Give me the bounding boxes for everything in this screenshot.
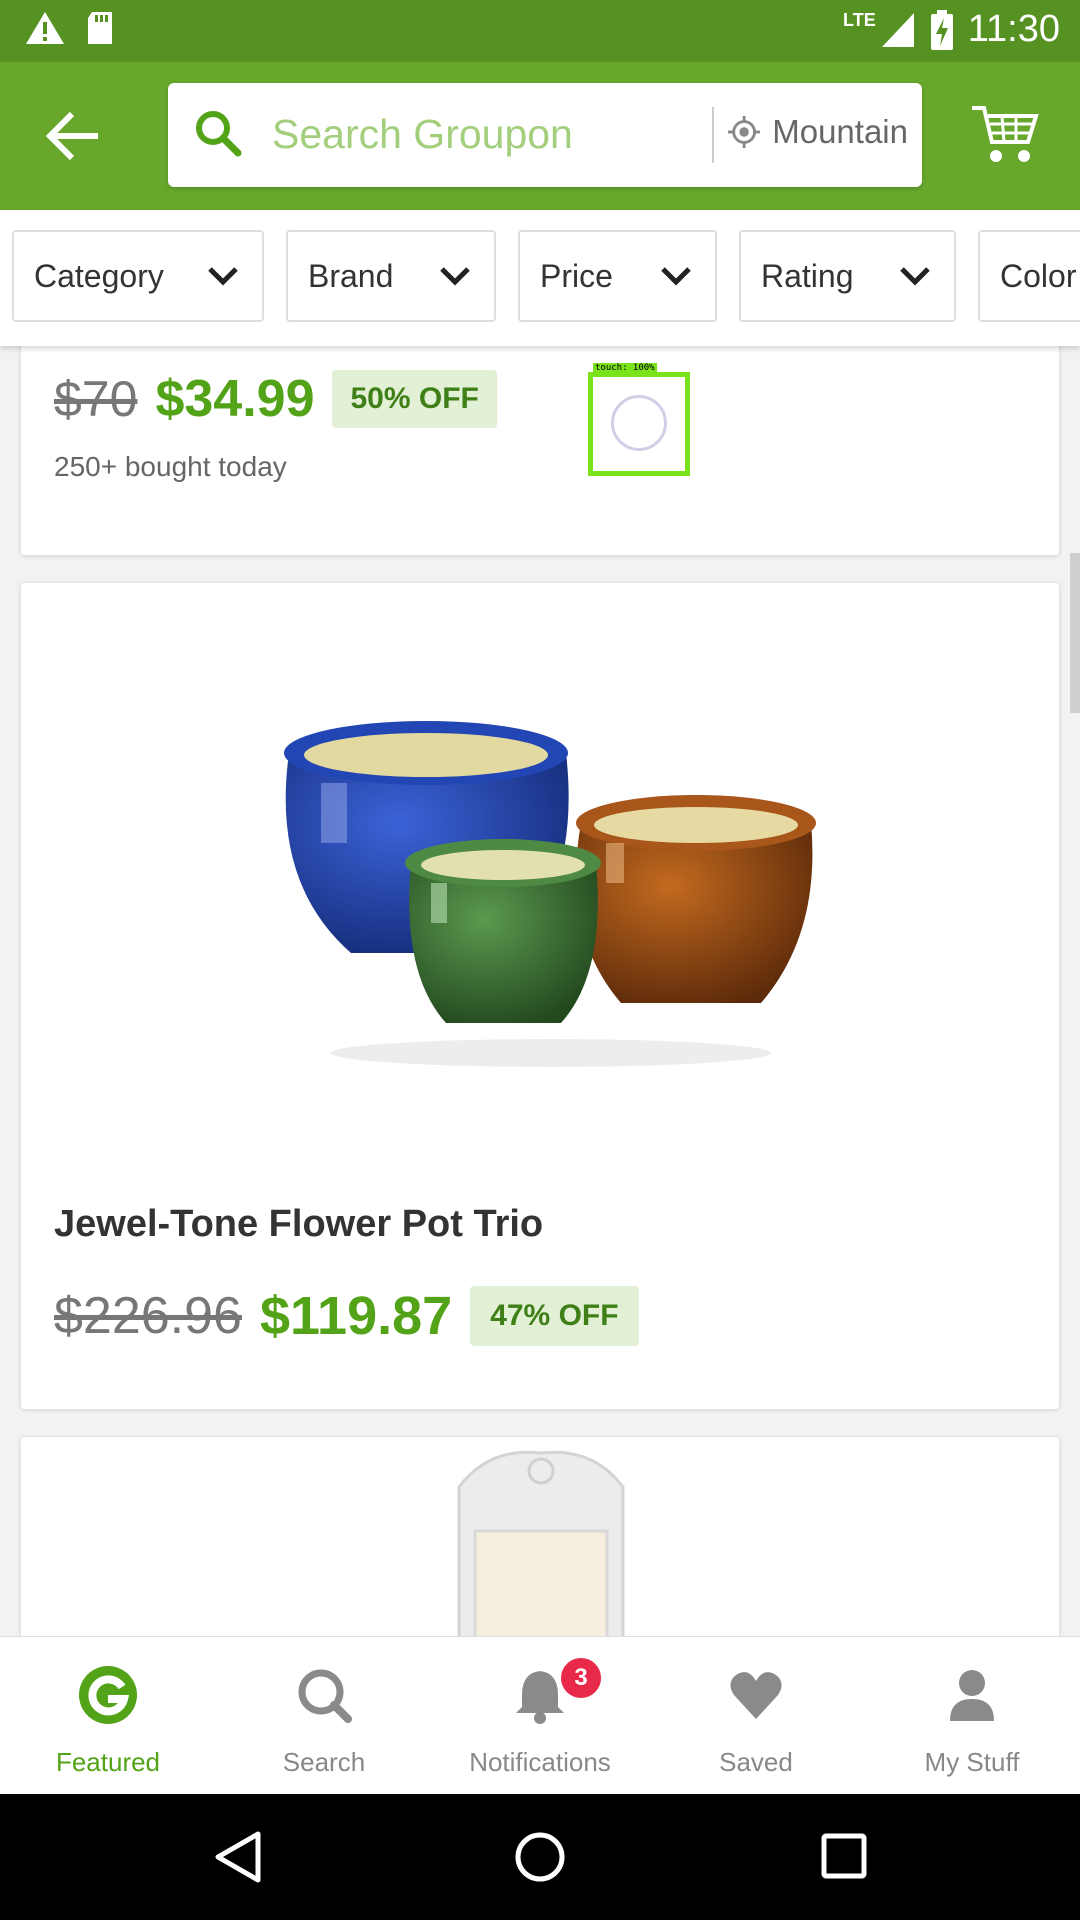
- original-price: $70: [54, 371, 138, 427]
- touch-label: touch: 100%: [593, 363, 657, 373]
- nav-label: Search: [282, 1747, 366, 1777]
- filter-label: Price: [540, 257, 613, 294]
- app-bar: Search Groupon Mountain: [0, 62, 1080, 210]
- cart-icon[interactable]: [970, 102, 1040, 166]
- discount-badge: 47% OFF: [470, 1286, 639, 1346]
- filter-brand[interactable]: Brand: [286, 230, 496, 322]
- status-bar: LTE 11:30: [0, 0, 1080, 62]
- bought-count: 250+ bought today: [54, 451, 287, 482]
- filter-label: Category: [34, 257, 164, 294]
- filter-label: Brand: [308, 257, 394, 294]
- deal-card[interactable]: Jewel-Tone Flower Pot Trio $226.96 $119.…: [20, 582, 1060, 1410]
- heart-icon: [730, 1672, 782, 1719]
- nav-label: Notifications: [469, 1747, 611, 1777]
- home-circle-icon[interactable]: [514, 1830, 566, 1884]
- nav-label: My Stuff: [924, 1747, 1020, 1777]
- search-icon: [298, 1669, 352, 1723]
- groupon-g-icon: [79, 1666, 137, 1724]
- original-price: $226.96: [54, 1287, 242, 1345]
- location-target-icon: [728, 115, 761, 149]
- nav-featured[interactable]: Featured: [0, 1637, 216, 1795]
- filter-label: Color: [1000, 257, 1077, 294]
- search-input[interactable]: Search Groupon: [272, 111, 573, 158]
- price-row: $226.96 $119.87 47% OFF: [54, 1285, 639, 1347]
- touch-circle: [611, 395, 667, 451]
- chevron-down-icon: [661, 267, 691, 286]
- scrollbar-thumb[interactable]: [1070, 553, 1080, 713]
- price-row: $70 $34.99 50% OFF: [54, 369, 497, 429]
- deal-card[interactable]: $70 $34.99 50% OFF 250+ bought today: [20, 346, 1060, 556]
- person-icon: [950, 1670, 994, 1721]
- filter-bar: Category Brand Price Rating Color: [0, 210, 1080, 346]
- nav-label: Saved: [719, 1747, 793, 1777]
- filter-price[interactable]: Price: [518, 230, 717, 322]
- chevron-down-icon: [900, 267, 930, 286]
- search-bar[interactable]: Search Groupon Mountain: [168, 83, 922, 187]
- sale-price: $119.87: [259, 1286, 453, 1346]
- search-icon: [196, 111, 242, 157]
- back-triangle-icon[interactable]: [214, 1830, 262, 1884]
- sale-price: $34.99: [155, 370, 315, 428]
- nav-saved[interactable]: Saved: [648, 1637, 864, 1795]
- bottom-nav: Featured Search 3 Notifications Saved My…: [0, 1636, 1080, 1795]
- notification-count-badge: 3: [558, 1655, 604, 1701]
- battery-charging-icon: [930, 9, 953, 50]
- filter-rating[interactable]: Rating: [739, 230, 956, 322]
- discount-badge: 50% OFF: [332, 370, 497, 428]
- system-nav-bar: [0, 1794, 1080, 1920]
- filter-color[interactable]: Color: [978, 230, 1080, 322]
- filter-label: Rating: [761, 257, 854, 294]
- network-type: LTE: [843, 10, 876, 30]
- signal-icon: [881, 12, 914, 47]
- nav-search[interactable]: Search: [216, 1637, 432, 1795]
- warning-icon: [26, 12, 64, 44]
- nav-notifications[interactable]: 3 Notifications: [432, 1637, 648, 1795]
- filter-category[interactable]: Category: [12, 230, 264, 322]
- clock: 11:30: [967, 8, 1060, 50]
- nav-label: Featured: [55, 1747, 161, 1777]
- chevron-down-icon: [208, 267, 238, 286]
- sd-card-icon: [88, 12, 112, 44]
- search-divider: [712, 107, 714, 163]
- chevron-down-icon: [440, 267, 470, 286]
- recents-square-icon[interactable]: [820, 1830, 868, 1884]
- product-image: [457, 1450, 625, 1636]
- location-selector[interactable]: Mountain: [728, 113, 908, 151]
- nav-my-stuff[interactable]: My Stuff: [864, 1637, 1080, 1795]
- location-label: Mountain: [772, 113, 908, 150]
- deal-feed[interactable]: $70 $34.99 50% OFF 250+ bought today Jew…: [0, 346, 1080, 1636]
- deal-title: Jewel-Tone Flower Pot Trio: [54, 1203, 544, 1245]
- deal-card[interactable]: [20, 1436, 1060, 1636]
- product-image: [284, 721, 816, 1067]
- touch-indicator: touch: 100%: [588, 363, 690, 476]
- back-arrow-icon[interactable]: [40, 106, 110, 166]
